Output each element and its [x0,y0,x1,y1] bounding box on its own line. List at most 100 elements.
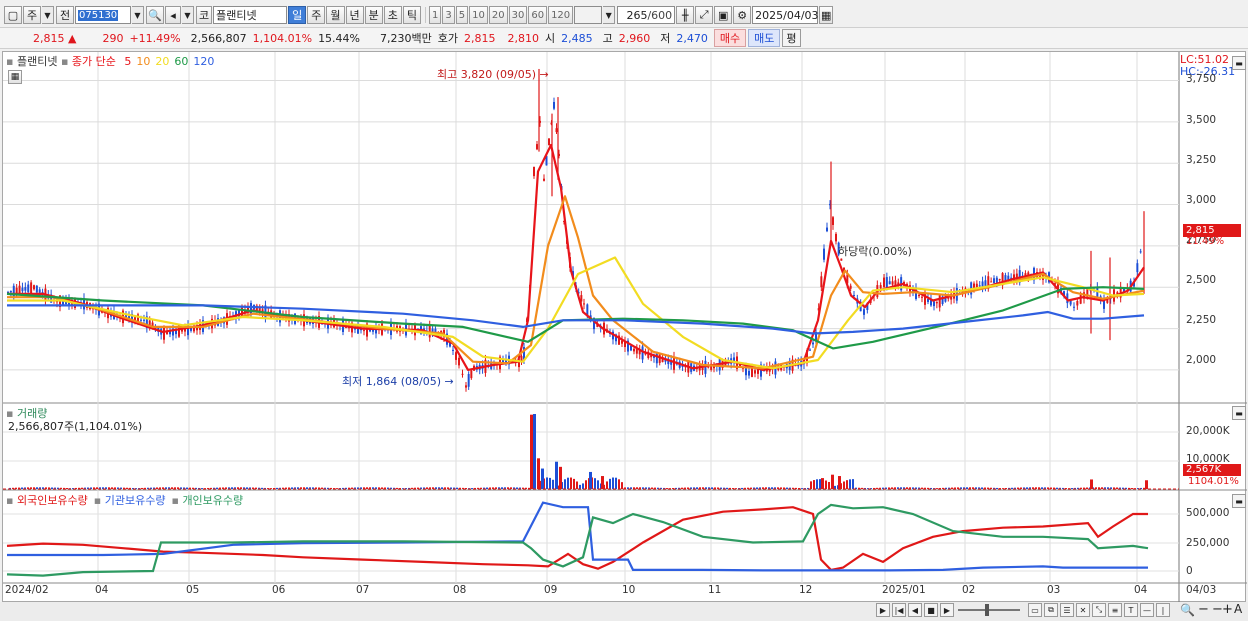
panel-collapse-icon[interactable]: ▬ [1232,56,1246,70]
legend-stock-name[interactable]: 플랜티넷 [17,55,57,68]
volume-spike [831,474,834,489]
chevron-down-icon[interactable]: ▼ [42,6,54,24]
volume-bar [696,487,698,489]
sell-button[interactable]: 매도 [748,29,781,47]
zoom-in-icon[interactable]: + [1222,602,1233,617]
flow-legend-1[interactable]: 기관보유수량 [105,494,166,507]
stock-name-field[interactable]: 플랜티넷 [213,6,288,24]
volume-bar [681,487,683,489]
volume-bar [246,487,248,489]
chart-canvas[interactable] [3,52,1247,603]
legend-dot-icon: ▪ [171,494,183,507]
interval-button-3[interactable]: 3 [442,6,455,24]
grid-toggle-icon[interactable]: ▦ [8,70,22,84]
timeframe-tab-0[interactable]: 일 [288,6,307,24]
fib-tool-icon[interactable]: ≡ [1108,603,1122,617]
calendar-icon[interactable]: ▦ [819,6,834,24]
code-dropdown-chevron-icon[interactable]: ▼ [132,6,144,24]
cross-tool-icon[interactable]: ✕ [1076,603,1090,617]
volume-bar [501,487,503,489]
window-menu-icon[interactable]: ▢ [4,6,22,24]
chart-area[interactable] [2,51,1247,603]
interval-custom-field[interactable] [574,6,603,24]
zoom-slider[interactable] [958,609,1020,611]
legend-dot-icon: ▪ [6,494,17,507]
candle-body [1139,251,1142,253]
prev-button[interactable]: 전 [56,6,74,24]
volume-spike [589,471,592,489]
save-icon[interactable]: ▣ [714,6,733,24]
volume-bar [618,479,620,489]
zoom-out-icon[interactable]: − [1198,602,1209,617]
panel-layout-icon[interactable]: ▭ [1028,603,1042,617]
ma-legend-60[interactable]: 60 [174,55,188,68]
volume-bar [582,483,584,489]
flow-legend-0[interactable]: 외국인보유수량 [17,494,88,507]
stop-icon[interactable]: ■ [924,603,938,617]
avg-button[interactable]: 평 [782,29,801,47]
volume-bar [426,487,428,489]
interval-button-20[interactable]: 20 [488,6,508,24]
interval-button-5[interactable]: 5 [455,6,469,24]
text-tool-icon[interactable]: T [1124,603,1138,617]
ma-legend-120[interactable]: 120 [193,55,214,68]
trend-tool-icon[interactable]: ⤡ [1092,603,1106,617]
stock-code-input[interactable]: 075130 [75,6,131,24]
candle-body [809,349,811,351]
buy-button[interactable]: 매수 [713,29,747,47]
volume-bar [801,488,803,489]
candle-body [30,282,33,294]
volume-bar [366,487,368,489]
line-tool-icon[interactable]: ⤢ [695,6,714,24]
speaker-icon[interactable]: ◂ [165,6,181,24]
timeframe-tab-1[interactable]: 주 [307,6,326,24]
interval-button-60[interactable]: 60 [528,6,548,24]
count-field[interactable]: 265/600 [617,6,676,24]
scroll-first-icon[interactable]: |◀ [892,603,906,617]
volume-bar [81,487,83,489]
scroll-right-icon[interactable]: ▶ [876,603,890,617]
interval-button-120[interactable]: 120 [548,6,574,24]
volume-bar [825,480,827,489]
date-field[interactable]: 2025/04/03 [752,6,819,24]
magnifier-icon[interactable]: 🔍 [1180,603,1195,617]
panel-split-icon[interactable]: ⧉ [1044,603,1058,617]
panel-stack-icon[interactable]: ☰ [1060,603,1074,617]
flow-legend-2[interactable]: 개인보유수량 [182,494,243,507]
timeframe-tab-4[interactable]: 분 [364,6,383,24]
trade-amount: 7,230백만 [380,32,432,45]
gear-icon[interactable]: ⚙ [733,6,752,24]
candle-body [24,287,27,291]
ma-legend-20[interactable]: 20 [155,55,169,68]
volume-bar [612,477,614,489]
vline-tool-icon[interactable]: | [1156,603,1170,617]
interval-button-30[interactable]: 30 [508,6,528,24]
candle-type-icon[interactable]: ╫ [676,6,695,24]
ma-legend-10[interactable]: 10 [136,55,150,68]
timeframe-tab-6[interactable]: 틱 [402,6,421,24]
candle-body [1079,295,1082,304]
timeframe-tab-5[interactable]: 초 [383,6,402,24]
volume-bar [111,487,113,489]
ma-legend-5[interactable]: 5 [124,55,131,68]
hline-tool-icon[interactable]: — [1140,603,1154,617]
speaker-chevron-icon[interactable]: ▼ [182,6,194,24]
volume-last-badge: 2,567K [1183,464,1241,476]
period-short-button[interactable]: 주 [23,6,41,24]
interval-button-10[interactable]: 10 [469,6,488,24]
timeframe-tab-3[interactable]: 년 [345,6,364,24]
interval-button-1[interactable]: 1 [429,6,442,24]
timeframe-tab-2[interactable]: 월 [326,6,345,24]
search-icon[interactable]: 🔍 [146,6,164,24]
play-forward-icon[interactable]: ▶ [940,603,954,617]
play-back-icon[interactable]: ◀ [908,603,922,617]
volume-panel-close-icon[interactable]: ▬ [1232,406,1246,420]
candle-body [33,285,35,290]
zoom-slider-handle[interactable] [985,604,989,616]
legend-series-label[interactable]: 종가 단순 [72,55,116,68]
ma-line-60 [6,286,1145,350]
flow-panel-close-icon[interactable]: ▬ [1232,494,1246,508]
font-size-icon[interactable]: A [1234,602,1242,616]
candle-body [553,101,555,109]
interval-chevron-icon[interactable]: ▼ [603,6,616,24]
